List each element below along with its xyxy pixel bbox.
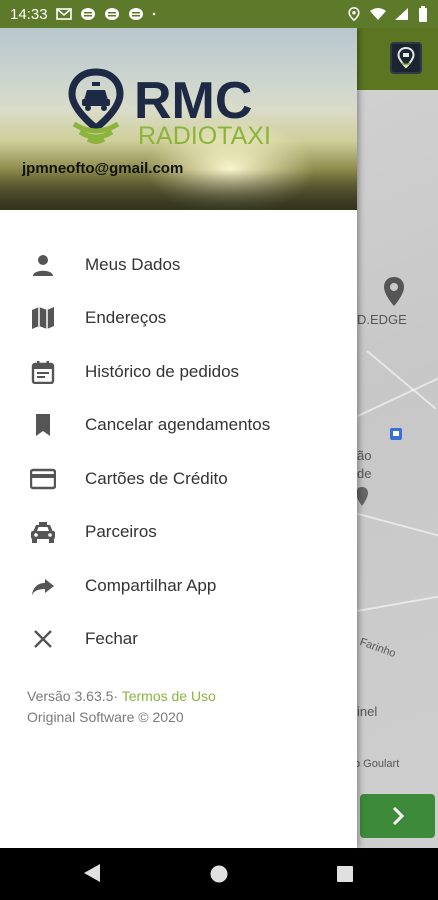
taxi-icon — [30, 519, 56, 545]
menu-item-label: Cartões de Crédito — [85, 468, 228, 488]
home-button[interactable] — [209, 864, 229, 884]
menu-item-cartoes-de-credito[interactable]: Cartões de Crédito — [0, 452, 357, 506]
copyright-text: Original Software © 2020 — [27, 709, 184, 725]
bookmark-icon — [30, 412, 56, 438]
drawer-header: RMC RADIOTAXI jpmneofto@gmail.com — [0, 28, 357, 210]
chevron-right-icon — [392, 806, 404, 826]
navigation-drawer: RMC RADIOTAXI jpmneofto@gmail.com Meus D… — [0, 28, 357, 848]
chat-bubble-icon — [80, 8, 95, 20]
drawer-footer: Versão 3.63.5· Termos de Uso Original So… — [27, 686, 216, 728]
rmc-radiotaxi-logo: RMC RADIOTAXI — [68, 68, 271, 150]
map-view[interactable]: D.EDGE ão de Farinho inel o Goulart — [357, 90, 438, 848]
drawer-menu: Meus Dados Endereços Histórico de pedido… — [0, 238, 357, 666]
menu-item-historico[interactable]: Histórico de pedidos — [0, 345, 357, 399]
wifi-icon — [370, 8, 386, 20]
map-label: de — [357, 466, 372, 481]
credit-card-icon — [30, 466, 56, 492]
menu-item-label: Endereços — [85, 308, 167, 328]
app-toolbar — [357, 28, 438, 90]
map-pin-icon[interactable] — [382, 276, 406, 308]
map-label: ão — [357, 448, 372, 463]
close-icon — [30, 626, 56, 652]
dot-icon — [152, 12, 155, 16]
menu-item-parceiros[interactable]: Parceiros — [0, 506, 357, 560]
map-label: D.EDGE — [357, 312, 407, 327]
chat-bubble-icon — [128, 8, 143, 20]
menu-item-cancelar-agendamentos[interactable]: Cancelar agendamentos — [0, 399, 357, 453]
status-time: 14:33 — [10, 5, 48, 23]
chat-bubble-icon — [104, 8, 119, 20]
signal-icon — [395, 8, 408, 20]
battery-icon — [419, 6, 427, 22]
map-label: o Goulart — [357, 758, 400, 770]
calendar-icon — [30, 359, 56, 385]
recents-button[interactable] — [336, 865, 354, 883]
map-pin-icon[interactable] — [357, 486, 369, 508]
menu-item-label: Fechar — [85, 629, 138, 649]
menu-item-fechar[interactable]: Fechar — [0, 613, 357, 667]
menu-item-label: Parceiros — [85, 522, 157, 542]
bus-stop-icon[interactable] — [390, 428, 402, 440]
status-bar: 14:33 — [0, 0, 438, 28]
map-label: Farinho — [358, 635, 398, 661]
back-button[interactable] — [82, 862, 102, 884]
terms-of-use-link[interactable]: Termos de Uso — [122, 688, 216, 704]
person-icon — [30, 252, 56, 278]
menu-item-label: Compartilhar App — [85, 575, 217, 595]
location-icon — [348, 7, 360, 21]
map-label: inel — [357, 704, 378, 719]
mail-icon — [55, 8, 72, 20]
menu-item-enderecos[interactable]: Endereços — [0, 292, 357, 346]
taxi-logo-button[interactable] — [390, 42, 422, 74]
next-button[interactable] — [360, 794, 435, 838]
version-text: Versão 3.63.5· — [27, 688, 119, 704]
menu-item-label: Meus Dados — [85, 254, 181, 274]
map-icon — [30, 305, 56, 331]
menu-item-label: Histórico de pedidos — [85, 361, 240, 381]
taxi-pin-icon — [397, 46, 415, 69]
menu-item-meus-dados[interactable]: Meus Dados — [0, 238, 357, 292]
user-email: jpmneofto@gmail.com — [22, 160, 184, 177]
menu-item-compartilhar-app[interactable]: Compartilhar App — [0, 559, 357, 613]
system-nav-bar — [0, 848, 438, 900]
logo-subtitle: RADIOTAXI — [138, 122, 271, 150]
background-app: D.EDGE ão de Farinho inel o Goulart — [357, 28, 438, 848]
share-icon — [30, 573, 56, 599]
menu-item-label: Cancelar agendamentos — [85, 415, 271, 435]
